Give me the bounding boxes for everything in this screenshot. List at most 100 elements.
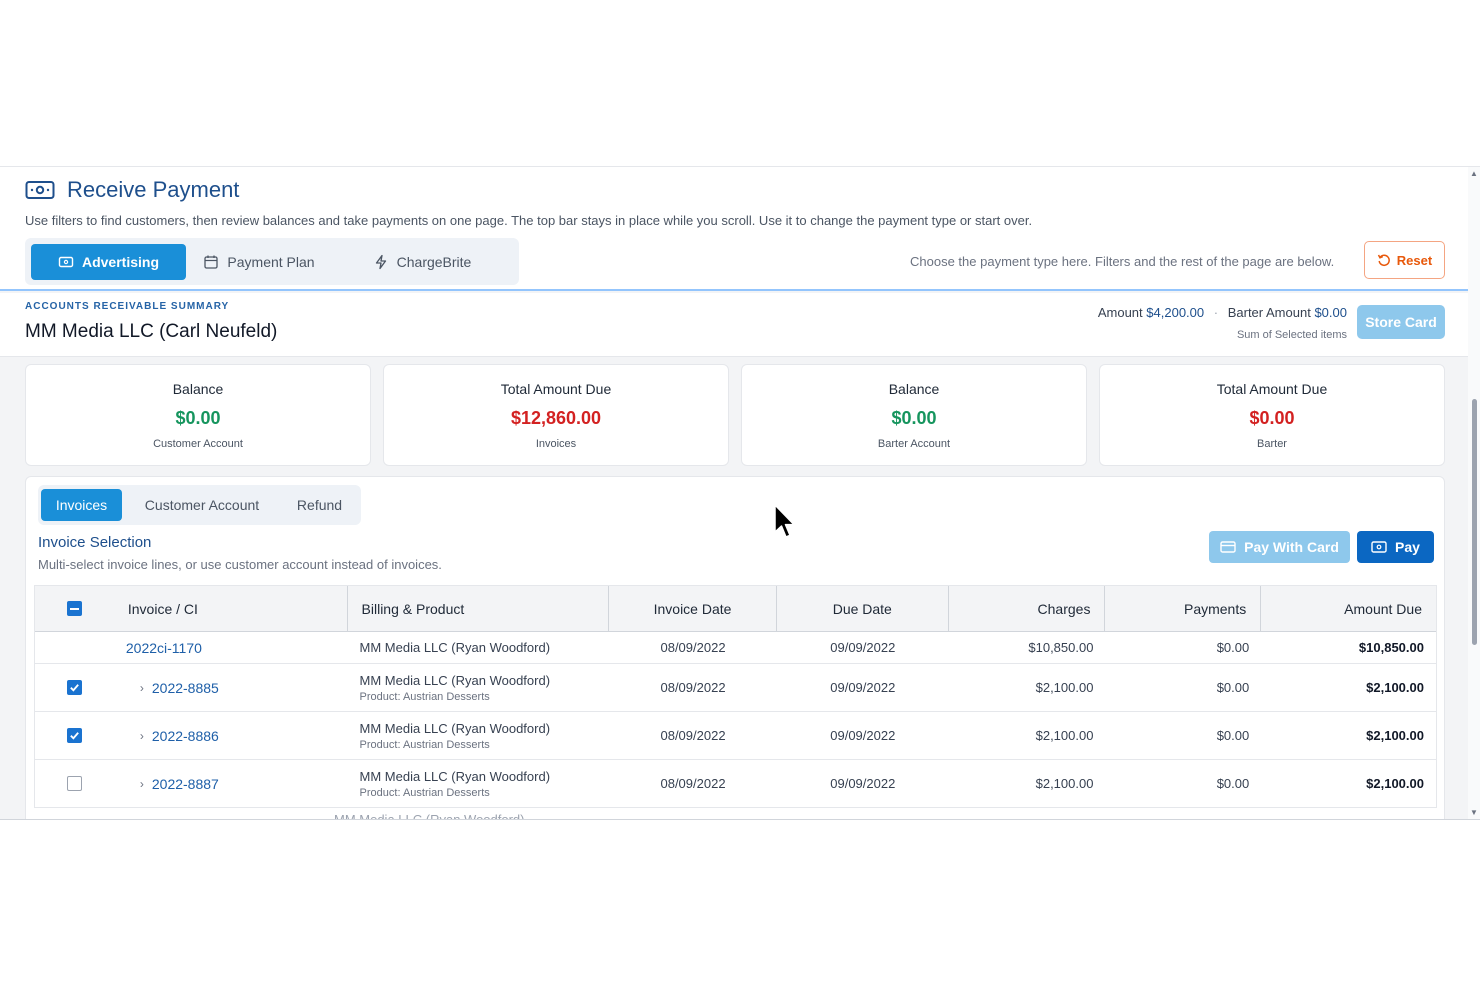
invoice-link[interactable]: 2022-8887 <box>152 776 219 792</box>
invoice-date-cell: 08/09/2022 <box>660 640 726 655</box>
invoice-cell: › 2022-8887 <box>114 776 348 792</box>
pay-button[interactable]: Pay <box>1357 531 1434 563</box>
store-card-button[interactable]: Store Card <box>1357 305 1445 339</box>
barter-balance-card: Balance $0.00 Barter Account <box>741 364 1087 466</box>
money-icon <box>25 181 55 199</box>
card-caption: Invoices <box>535 438 577 450</box>
calendar-icon <box>204 255 219 269</box>
card-title: Balance <box>172 381 224 397</box>
col-invoice[interactable]: Invoice / CI <box>114 586 348 631</box>
reset-label: Reset <box>1396 252 1433 268</box>
reset-icon <box>1377 254 1390 267</box>
select-all-cell <box>35 586 114 631</box>
invoice-link[interactable]: 2022-8885 <box>152 680 219 696</box>
col-billing-product[interactable]: Billing & Product <box>348 586 610 631</box>
selected-amounts-caption: Sum of Selected items <box>1236 329 1347 341</box>
tab-customer-account[interactable]: Customer Account <box>122 489 282 521</box>
scroll-down-icon[interactable]: ▼ <box>1470 808 1478 817</box>
amount-separator: · <box>1213 305 1219 320</box>
receive-payment-app: Receive Payment Use filters to find cust… <box>0 166 1480 820</box>
scrollbar-thumb[interactable] <box>1472 399 1477 645</box>
card-value: $0.00 <box>891 408 937 428</box>
table-row: › 2022-8887 MM Media LLC (Ryan Woodford)… <box>35 760 1436 808</box>
table-header: Invoice / CI Billing & Product Invoice D… <box>35 586 1436 632</box>
card-caption: Customer Account <box>153 438 243 450</box>
invoice-date-cell: 08/09/2022 <box>660 728 726 743</box>
due-date-cell: 09/09/2022 <box>830 728 896 743</box>
billing-stack: MM Media LLC (Ryan Woodford) Product: Au… <box>360 769 551 799</box>
col-due-date[interactable]: Due Date <box>777 586 949 631</box>
billing-stack: MM Media LLC (Ryan Woodford) Product: Au… <box>360 673 551 703</box>
title-row: Receive Payment <box>25 177 239 203</box>
page-scrollbar[interactable]: ▲ ▼ <box>1468 167 1480 819</box>
product-name: Product: Austrian Desserts <box>359 738 490 751</box>
invoice-link[interactable]: 2022-8886 <box>152 728 219 744</box>
product-name: Product: Austrian Desserts <box>359 690 490 703</box>
page-title: Receive Payment <box>67 177 240 202</box>
balance-cards: Balance $0.00 Customer Account Total Amo… <box>25 364 1445 466</box>
pay-with-card-button[interactable]: Pay With Card <box>1209 531 1350 563</box>
chevron-right-icon[interactable]: › <box>140 681 144 695</box>
chevron-right-icon[interactable]: › <box>140 777 144 791</box>
billing-cell: MM Media LLC (Ryan Woodford) Product: Au… <box>348 673 610 703</box>
amount-due-cell: $2,100.00 <box>1366 680 1424 695</box>
pay-with-card-label: Pay With Card <box>1244 539 1339 555</box>
tab-invoices[interactable]: Invoices <box>41 489 122 521</box>
billing-name: MM Media LLC (Ryan Woodford) <box>359 720 551 736</box>
invoices-total-due-card: Total Amount Due $12,860.00 Invoices <box>383 364 729 466</box>
row-checkbox[interactable] <box>66 680 82 695</box>
card-caption: Barter Account <box>877 438 951 450</box>
summary-label: ACCOUNTS RECEIVABLE SUMMARY <box>25 301 230 312</box>
charges-cell: $2,100.00 <box>1035 680 1094 695</box>
page-header: Receive Payment Use filters to find cust… <box>0 167 1468 291</box>
tab-payment-plan[interactable]: Payment Plan <box>189 244 329 280</box>
invoice-selection-hint: Multi-select invoice lines, or use custo… <box>38 557 442 572</box>
payment-type-tabs: Advertising Payment Plan ChargeBrite <box>25 238 519 285</box>
tab-payment-plan-label: Payment Plan <box>227 253 315 270</box>
row-checkbox[interactable] <box>66 728 82 743</box>
chevron-right-icon[interactable]: › <box>140 729 144 743</box>
due-date-cell: 09/09/2022 <box>830 776 896 791</box>
card-value: $0.00 <box>175 408 221 428</box>
billing-name: MM Media LLC (Ryan Woodford) <box>359 640 551 655</box>
billing-cell: MM Media LLC (Ryan Woodford) Product: Au… <box>348 721 610 751</box>
row-select-cell <box>35 728 114 743</box>
invoice-cell: › 2022-8885 <box>114 680 348 696</box>
col-payments[interactable]: Payments <box>1105 586 1262 631</box>
table-row: 2022ci-1170 MM Media LLC (Ryan Woodford)… <box>35 632 1436 664</box>
invoice-link[interactable]: 2022ci-1170 <box>126 640 202 656</box>
check-icon <box>70 732 79 740</box>
col-invoice-date[interactable]: Invoice Date <box>609 586 777 631</box>
col-charges[interactable]: Charges <box>949 586 1106 631</box>
col-amount-due[interactable]: Amount Due <box>1261 586 1436 631</box>
scroll-up-icon[interactable]: ▲ <box>1470 169 1478 178</box>
tab-refund[interactable]: Refund <box>282 489 357 521</box>
tab-advertising-label: Advertising <box>81 253 159 270</box>
payment-type-hint: Choose the payment type here. Filters an… <box>910 254 1335 269</box>
payments-cell: $0.00 <box>1216 728 1250 743</box>
barter-total-due-card: Total Amount Due $0.00 Barter <box>1099 364 1445 466</box>
ar-summary-bar: ACCOUNTS RECEIVABLE SUMMARY MM Media LLC… <box>0 293 1468 357</box>
tab-advertising[interactable]: Advertising <box>31 243 186 280</box>
row-select-cell <box>35 776 114 791</box>
payments-cell: $0.00 <box>1216 680 1250 695</box>
panel-tabs: Invoices Customer Account Refund <box>38 485 361 525</box>
reset-button[interactable]: Reset <box>1364 241 1445 279</box>
customer-name: MM Media LLC (Carl Neufeld) <box>25 321 278 342</box>
barter-amount-value: $0.00 <box>1314 305 1347 320</box>
due-date-cell: 09/09/2022 <box>830 680 896 695</box>
card-icon <box>58 256 74 267</box>
card-title: Total Amount Due <box>1216 381 1328 397</box>
payments-cell: $0.00 <box>1216 776 1250 791</box>
tab-chargebrite[interactable]: ChargeBrite <box>347 244 497 280</box>
amount-value: $4,200.00 <box>1146 305 1205 320</box>
row-checkbox[interactable] <box>66 776 82 791</box>
row-select-cell <box>35 680 114 695</box>
bolt-icon <box>375 254 386 269</box>
billing-cell: MM Media LLC (Ryan Woodford) <box>348 640 610 655</box>
charges-cell: $10,850.00 <box>1028 640 1094 655</box>
selected-amounts: Amount $4,200.00 · Barter Amount $0.00 <box>1098 305 1347 320</box>
card-title: Balance <box>888 381 940 397</box>
amount-due-cell: $2,100.00 <box>1366 728 1424 743</box>
select-all-checkbox[interactable] <box>66 601 82 616</box>
